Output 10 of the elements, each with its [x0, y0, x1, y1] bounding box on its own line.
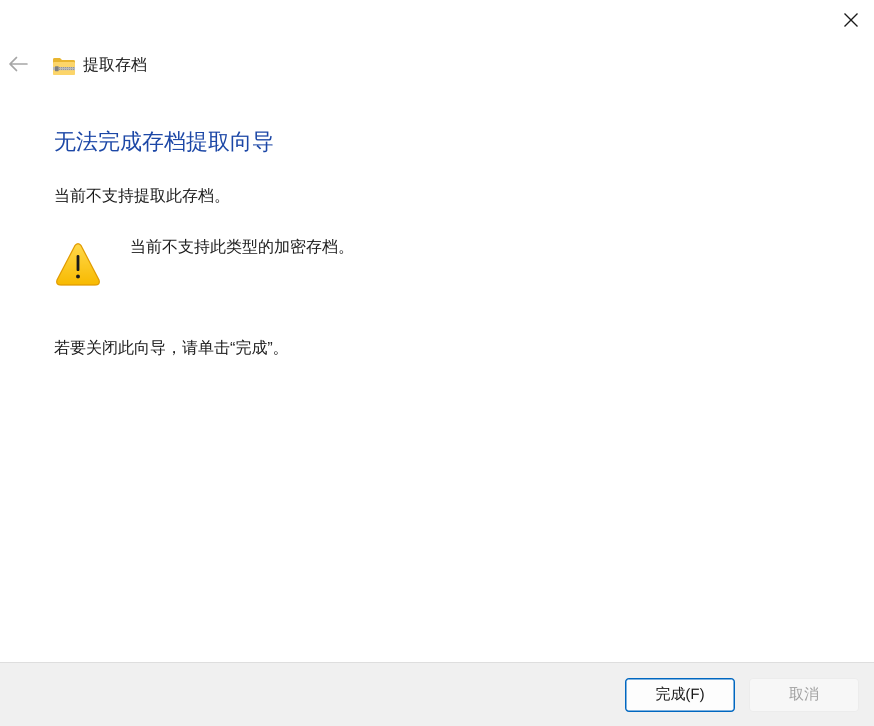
warning-icon — [56, 243, 100, 286]
instruction-text: 若要关闭此向导，请单击“完成”。 — [54, 338, 289, 359]
message-text: 当前不支持提取此存档。 — [54, 186, 230, 207]
close-icon — [844, 13, 858, 27]
back-arrow-icon — [8, 56, 28, 72]
zip-folder-icon — [53, 58, 75, 74]
wizard-heading: 无法完成存档提取向导 — [54, 128, 274, 156]
finish-button[interactable]: 完成(F) — [625, 678, 735, 712]
window-title: 提取存档 — [83, 56, 147, 76]
detail-text: 当前不支持此类型的加密存档。 — [130, 238, 354, 258]
